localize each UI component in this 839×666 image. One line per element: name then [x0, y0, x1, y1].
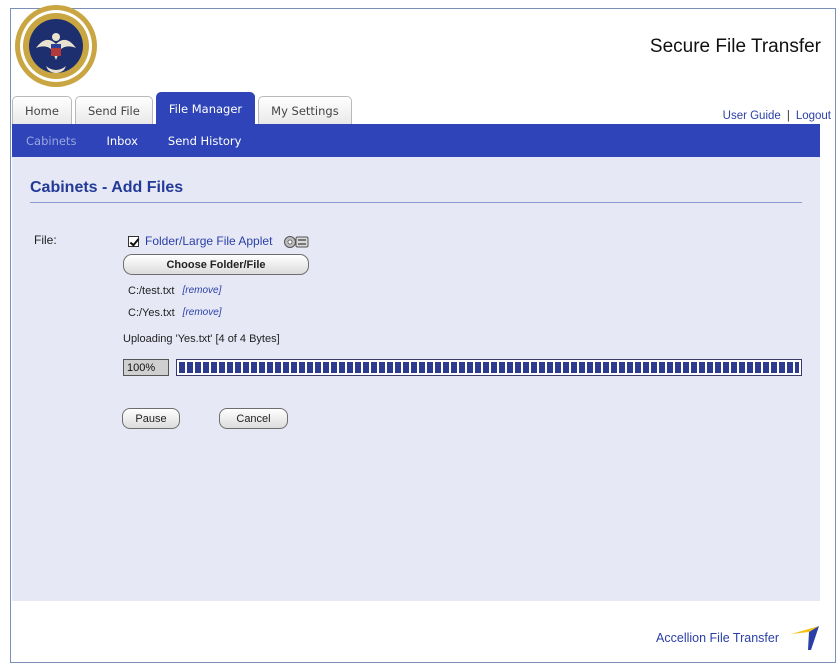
file-label: File: — [34, 233, 57, 247]
page-title: Cabinets - Add Files — [30, 179, 184, 196]
selected-file-row: C:/test.txt [remove] — [128, 285, 221, 297]
upload-progress-bar — [176, 359, 802, 376]
app-title: Secure File Transfer — [649, 36, 821, 57]
footer-brand: Accellion File Transfer — [656, 631, 779, 645]
progress-percent: 100% — [123, 359, 169, 376]
file-path: C:/test.txt — [128, 285, 175, 297]
footer: Accellion File Transfer — [656, 624, 821, 652]
subnav-item-cabinets[interactable]: Cabinets — [26, 134, 76, 148]
tab-home[interactable]: Home — [12, 96, 72, 124]
subnav-item-send-history[interactable]: Send History — [168, 134, 242, 148]
sub-navigation: Cabinets Inbox Send History — [12, 124, 820, 157]
remove-file-link[interactable]: [remove] — [182, 285, 221, 297]
upload-status-text: Uploading 'Yes.txt' [4 of 4 Bytes] — [123, 333, 280, 345]
progress-bar-fill — [179, 362, 799, 373]
applet-checkbox[interactable] — [128, 235, 139, 247]
file-path: C:/Yes.txt — [128, 307, 175, 319]
title-divider — [30, 202, 802, 203]
java-applet-icon — [284, 236, 309, 248]
applet-option: Folder/Large File Applet — [128, 233, 310, 249]
tab-send-file[interactable]: Send File — [74, 96, 153, 124]
cancel-button[interactable]: Cancel — [219, 408, 288, 429]
subnav-item-inbox[interactable]: Inbox — [106, 134, 137, 148]
choose-folder-file-button[interactable]: Choose Folder/File — [123, 254, 309, 275]
main-tabs: Home Send File File Manager My Settings — [12, 92, 352, 124]
link-separator: | — [786, 110, 790, 122]
selected-file-row: C:/Yes.txt [remove] — [128, 307, 222, 319]
pause-button[interactable]: Pause — [122, 408, 180, 429]
user-guide-link[interactable]: User Guide — [723, 110, 781, 122]
tab-file-manager[interactable]: File Manager — [155, 92, 256, 124]
tab-my-settings[interactable]: My Settings — [258, 96, 352, 124]
agency-seal-logo — [15, 5, 97, 87]
top-links: User Guide | Logout — [723, 110, 831, 122]
remove-file-link[interactable]: [remove] — [183, 307, 222, 319]
accellion-logo-icon — [791, 626, 819, 650]
applet-label[interactable]: Folder/Large File Applet — [145, 234, 272, 248]
logout-link[interactable]: Logout — [796, 110, 831, 122]
main-panel: Cabinets - Add Files File: Folder/Large … — [12, 157, 820, 601]
